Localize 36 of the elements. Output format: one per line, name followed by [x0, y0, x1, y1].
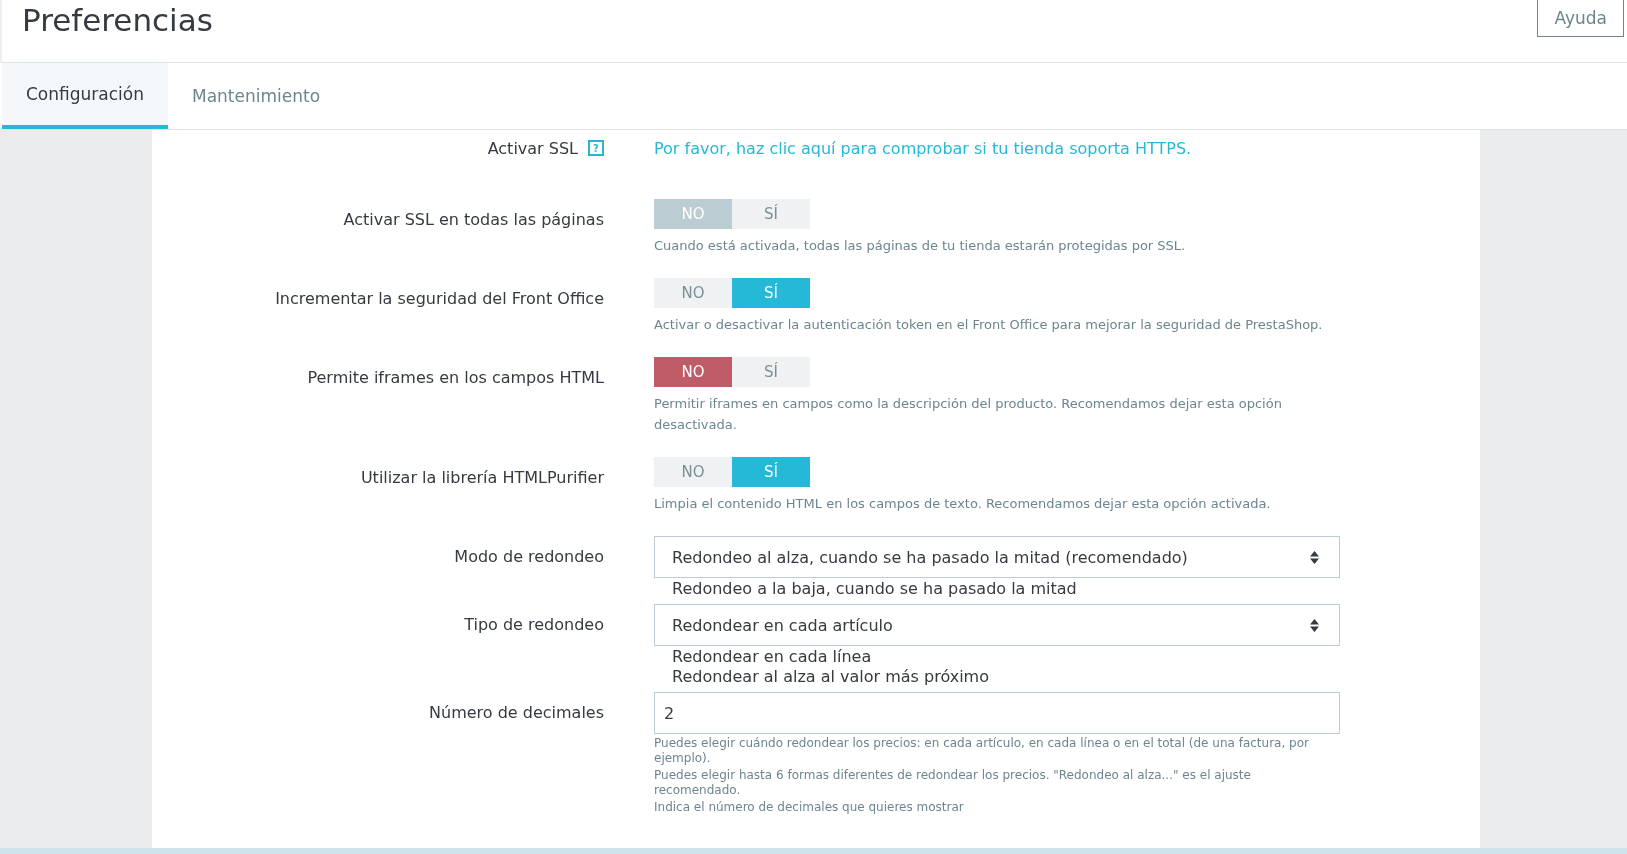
toggle-option[interactable]: SÍ	[732, 457, 810, 487]
select-field[interactable]: Redondeo al alza, cuando se ha pasado la mitad (recomendado)	[654, 536, 1340, 578]
help-text: Puedes elegir hasta 6 formas diferentes de redondear los precios. "Redondeo al alza..." es el ajuste recomendado.	[654, 768, 1252, 798]
dropdown-option[interactable]: Redondear al alza al valor más próximo	[654, 668, 1340, 686]
toggle-option[interactable]: SÍ	[732, 199, 810, 229]
field-label: Activar SSL	[487, 138, 578, 160]
page-title: Preferencias	[22, 1, 213, 40]
help-text: Activar o desactivar la autenticación token en el Front Office para mejorar la seguridad de PrestaShop.	[654, 316, 1324, 334]
help-text: Indica el número de decimales que quieres mostrar	[654, 800, 965, 815]
toggle-option[interactable]: SÍ	[732, 278, 810, 308]
toggle-option[interactable]: NO	[654, 278, 732, 308]
field-label: Modo de redondeo	[454, 546, 604, 568]
select-field[interactable]: Redondear en cada artículo	[654, 604, 1340, 646]
toggle-option[interactable]: NO	[654, 357, 732, 387]
help-text: Permitir iframes en campos como la descripción del producto. Recomendamos dejar esta opción desactivada.	[654, 395, 1283, 434]
tab[interactable]: Configuración	[2, 63, 168, 129]
field-label: Incrementar la seguridad del Front Office	[275, 288, 604, 310]
toggle-option[interactable]: NO	[654, 457, 732, 487]
field-label: Utilizar la librería HTMLPurifier	[360, 467, 604, 489]
field-label: Tipo de redondeo	[464, 614, 604, 636]
field-label: Activar SSL en todas las páginas	[343, 209, 604, 231]
help-text: Puedes elegir cuándo redondear los precios: en cada artículo, en cada línea o en el total (de una factura, por ejemplo).	[654, 736, 1310, 766]
field-label: Permite iframes en los campos HTML	[307, 367, 604, 389]
help-icon[interactable]: ?	[588, 140, 604, 156]
https-check-link[interactable]: Por favor, haz clic aquí para comprobar si tu tienda soporta HTTPS.	[654, 139, 1192, 158]
field-label: Número de decimales	[429, 702, 604, 724]
dropdown-option[interactable]: Redondeo a la baja, cuando se ha pasado la mitad	[654, 580, 1340, 598]
help-text: Cuando está activada, todas las páginas de tu tienda estarán protegidas por SSL.	[654, 237, 1187, 255]
sort-caret-icon	[1310, 618, 1319, 632]
help-button[interactable]: Ayuda	[1537, 0, 1624, 37]
sort-caret-icon	[1310, 550, 1319, 564]
dropdown-option[interactable]: Redondear en cada línea	[654, 648, 1340, 666]
toggle-option[interactable]: SÍ	[732, 357, 810, 387]
input-field[interactable]: 2	[654, 692, 1340, 734]
tab[interactable]: Mantenimiento	[168, 63, 345, 129]
help-text: Limpia el contenido HTML en los campos de texto. Recomendamos dejar esta opción activada.	[654, 495, 1272, 513]
